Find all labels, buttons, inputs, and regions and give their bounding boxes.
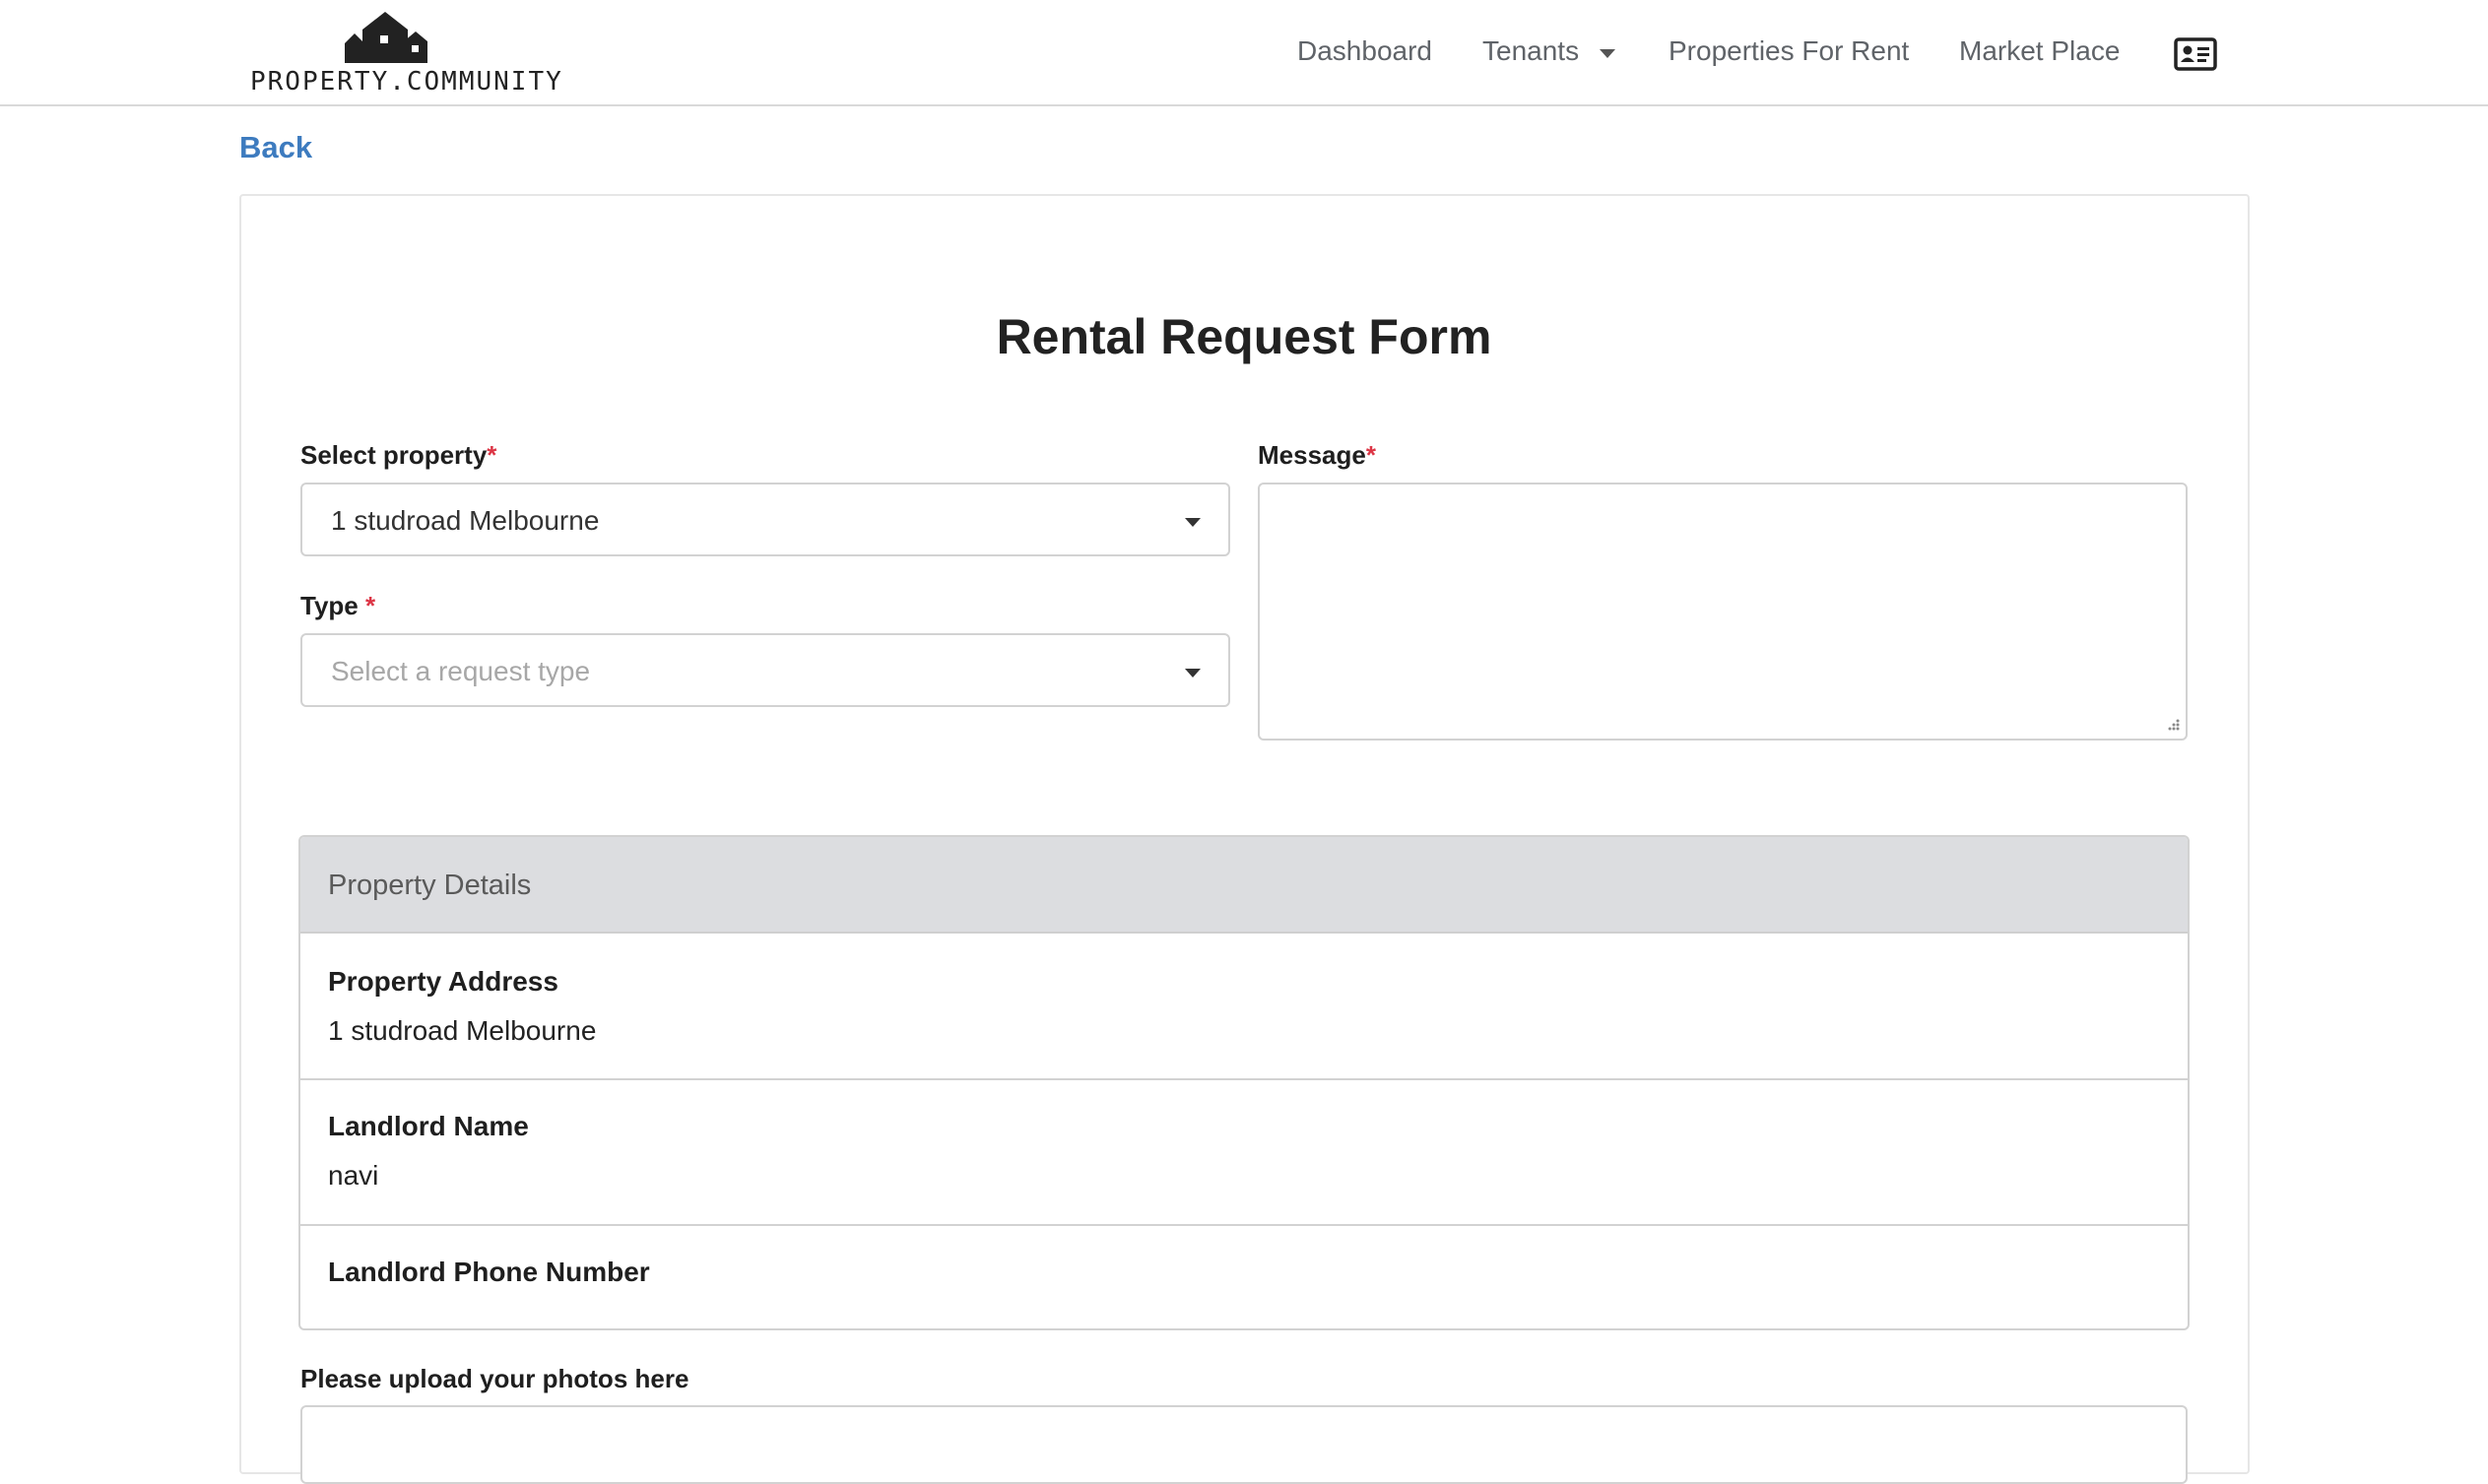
nav-market-place[interactable]: Market Place xyxy=(1959,32,2120,71)
type-label: Type * xyxy=(300,591,376,620)
landlord-name-label: Landlord Name xyxy=(328,1111,529,1141)
required-mark: * xyxy=(1365,440,1376,470)
landlord-phone-label: Landlord Phone Number xyxy=(328,1257,650,1287)
houses-icon xyxy=(345,12,427,63)
caret-down-icon xyxy=(1185,518,1201,527)
back-link[interactable]: Back xyxy=(239,126,312,169)
property-details-panel: Property Details Property Address 1 stud… xyxy=(298,835,2190,1330)
upload-photos-dropzone[interactable] xyxy=(300,1405,2188,1484)
brand-logo[interactable]: PROPERTY.COMMUNITY xyxy=(250,8,563,98)
property-details-header: Property Details xyxy=(300,837,2188,934)
nav-dashboard[interactable]: Dashboard xyxy=(1297,32,1432,71)
message-label: Message* xyxy=(1258,440,1376,470)
nav-properties-for-rent[interactable]: Properties For Rent xyxy=(1669,32,1909,71)
select-property-label: Select property* xyxy=(300,440,497,470)
type-dropdown[interactable]: Select a request type xyxy=(300,633,1230,707)
landlord-phone-row: Landlord Phone Number xyxy=(300,1226,2188,1328)
property-address-label: Property Address xyxy=(328,966,558,997)
id-card-icon[interactable] xyxy=(2174,37,2217,71)
landlord-name-value: navi xyxy=(328,1160,379,1191)
caret-down-icon xyxy=(1185,669,1201,677)
select-property-dropdown[interactable]: 1 studroad Melbourne xyxy=(300,483,1230,556)
landlord-name-row: Landlord Name navi xyxy=(300,1080,2188,1226)
select-property-value: 1 studroad Melbourne xyxy=(331,505,600,536)
required-mark: * xyxy=(364,591,376,620)
chevron-down-icon[interactable] xyxy=(1600,49,1615,58)
type-placeholder: Select a request type xyxy=(331,656,591,686)
required-mark: * xyxy=(487,440,497,470)
brand-logo-text: PROPERTY.COMMUNITY xyxy=(250,67,563,97)
property-details-heading: Property Details xyxy=(328,870,532,901)
property-address-value: 1 studroad Melbourne xyxy=(328,1015,597,1046)
upload-photos-label: Please upload your photos here xyxy=(300,1364,689,1393)
top-navbar: PROPERTY.COMMUNITY Dashboard Tenants Pro… xyxy=(0,0,2488,106)
resize-grip-icon[interactable] xyxy=(2165,718,2181,734)
nav-tenants[interactable]: Tenants xyxy=(1482,32,1579,71)
page-title: Rental Request Form xyxy=(996,309,1492,364)
message-textarea[interactable] xyxy=(1258,483,2188,741)
property-address-row: Property Address 1 studroad Melbourne xyxy=(300,934,2188,1080)
